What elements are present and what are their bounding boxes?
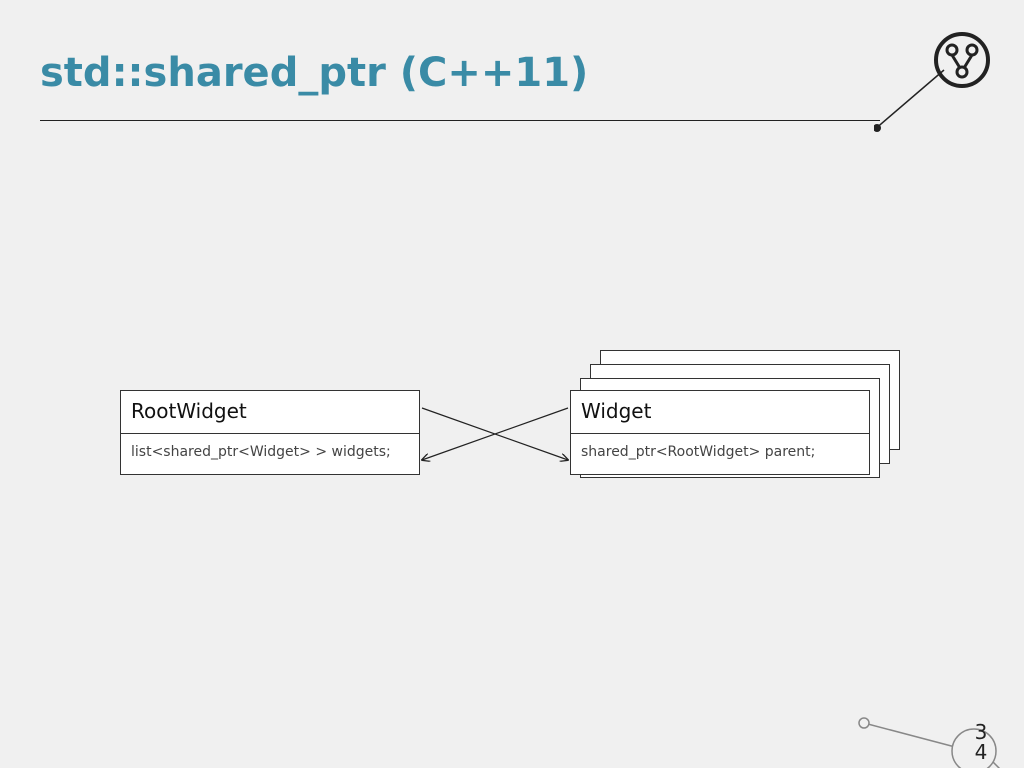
- uml-class-name: RootWidget: [121, 391, 419, 434]
- uml-class-name: Widget: [571, 391, 869, 434]
- uml-class-member: shared_ptr<RootWidget> parent;: [571, 434, 869, 474]
- association-arrows: [420, 400, 570, 480]
- page-number: 3 4: [966, 722, 996, 762]
- title-rule: [40, 120, 880, 121]
- uml-class-rootwidget: RootWidget list<shared_ptr<Widget> > wid…: [120, 390, 420, 475]
- uml-class-widget: Widget shared_ptr<RootWidget> parent;: [570, 390, 870, 475]
- git-branch-icon: [874, 30, 994, 150]
- uml-diagram: RootWidget list<shared_ptr<Widget> > wid…: [120, 350, 900, 550]
- slide: std::shared_ptr (C++11) RootWidget list<…: [0, 0, 1024, 768]
- slide-title: std::shared_ptr (C++11): [40, 50, 588, 96]
- uml-class-member: list<shared_ptr<Widget> > widgets;: [121, 434, 419, 474]
